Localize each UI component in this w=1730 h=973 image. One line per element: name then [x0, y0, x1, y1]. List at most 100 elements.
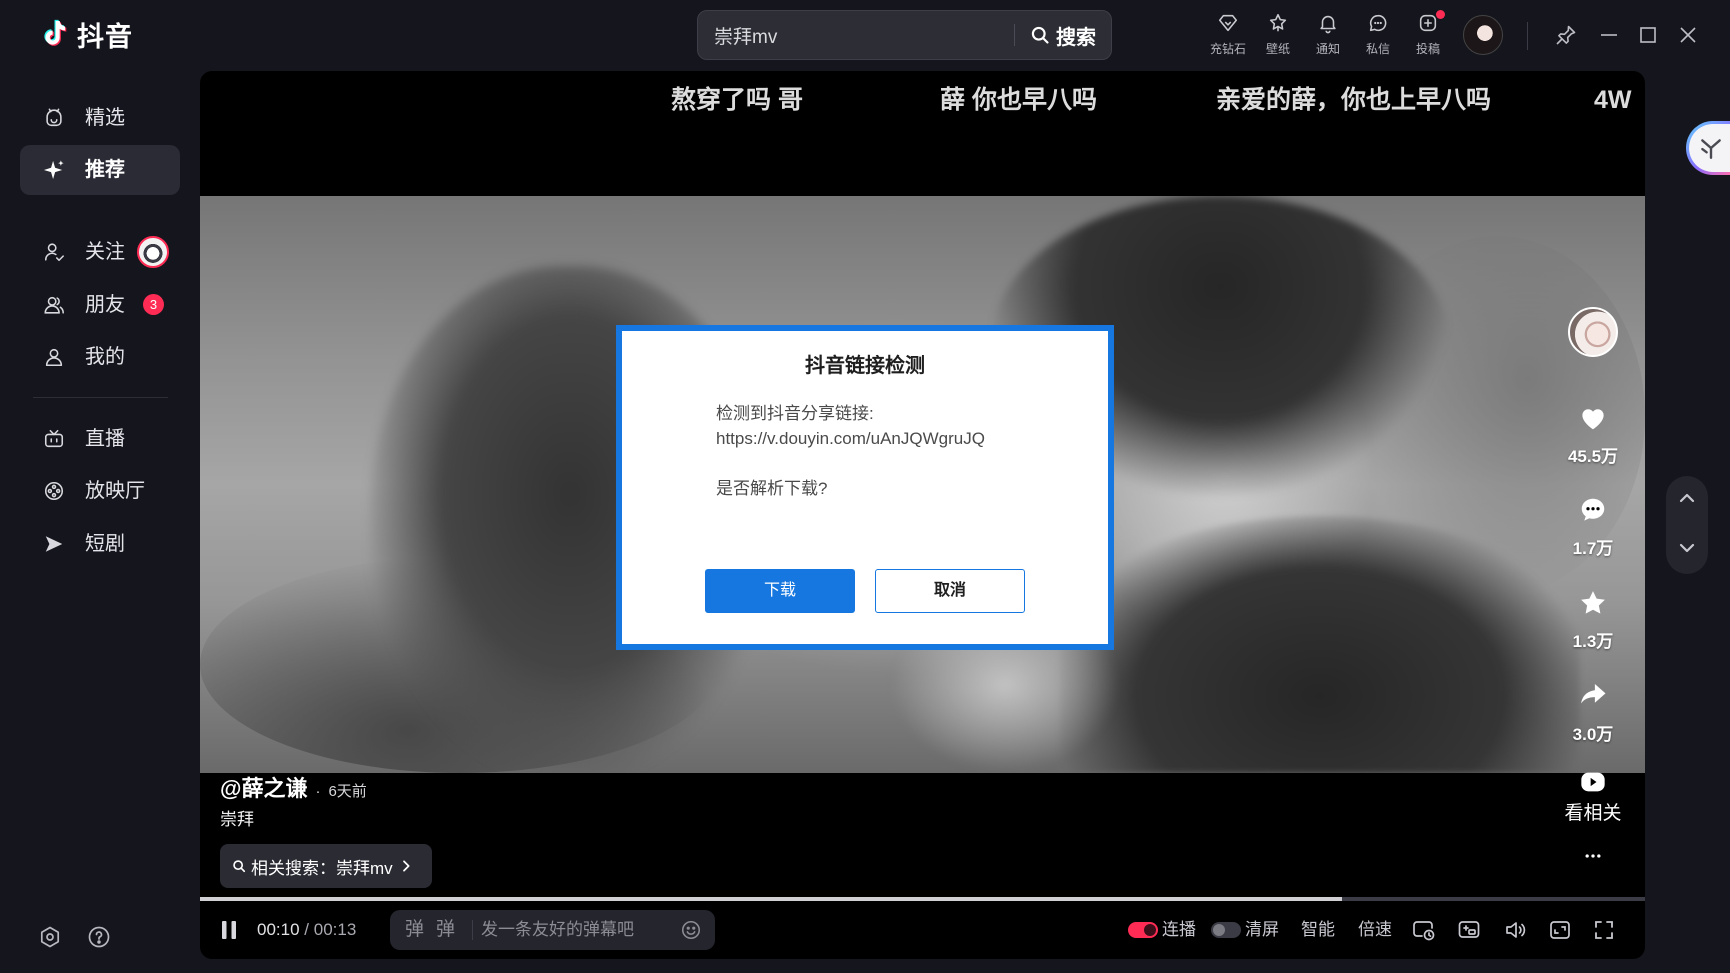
sidebar-item-short-drama[interactable]: 短剧	[20, 519, 180, 569]
danmaku-divider	[472, 920, 473, 940]
speed-button[interactable]: 倍速	[1358, 918, 1392, 942]
previous-video-button[interactable]	[1675, 486, 1699, 510]
profile-icon	[45, 348, 63, 367]
web-fullscreen-button[interactable]	[1548, 918, 1572, 942]
related-search-button[interactable]: 相关搜索：崇拜mv	[220, 844, 432, 888]
like-button[interactable]	[1553, 403, 1633, 433]
author-avatar[interactable]	[1568, 307, 1618, 357]
sidebar-item-friends[interactable]: 朋友 3	[20, 280, 180, 330]
dialog-title: 抖音链接检测	[805, 355, 925, 377]
short-drama-icon	[45, 536, 63, 552]
minimize-icon	[1601, 34, 1617, 36]
pause-icon	[222, 921, 236, 939]
floating-assistant-button[interactable]	[1686, 121, 1730, 175]
danmaku-bar: 弹 弹	[390, 910, 715, 950]
author-info: @薛之谦 · 6天前	[220, 771, 367, 803]
autoplay-toggle[interactable]	[1128, 922, 1158, 938]
top-item-recharge[interactable]: 充钻石	[1203, 12, 1253, 60]
settings-button[interactable]	[38, 925, 62, 949]
danmaku-comment: 4W	[1594, 86, 1632, 114]
sidebar-item-recommend[interactable]: 推荐	[20, 145, 180, 195]
minimize-button[interactable]	[1597, 23, 1621, 47]
clear-screen-label[interactable]: 清屏	[1245, 918, 1279, 942]
favorite-button[interactable]	[1553, 588, 1633, 618]
play-related-icon	[1581, 772, 1605, 792]
current-time: 00:10	[257, 920, 300, 939]
sidebar-item-live[interactable]: 直播	[20, 414, 180, 464]
danmaku-comment: 熬穿了吗 哥	[671, 86, 803, 114]
quality-button[interactable]: 智能	[1301, 918, 1335, 942]
app-logo[interactable]: 抖音	[38, 16, 133, 52]
user-avatar[interactable]	[1463, 15, 1503, 55]
sidebar-item-cinema[interactable]: 放映厅	[20, 466, 180, 516]
share-button[interactable]	[1553, 679, 1633, 709]
pin-icon	[1556, 25, 1576, 45]
danmaku-settings-button[interactable]: 弹	[436, 919, 455, 941]
friends-icon	[44, 296, 64, 314]
sidebar-item-label: 我的	[85, 346, 125, 368]
author-name[interactable]: @薛之谦	[220, 771, 307, 803]
maximize-button[interactable]	[1636, 23, 1660, 47]
progress-bar[interactable]	[200, 897, 1645, 901]
watch-later-button[interactable]	[1412, 918, 1436, 942]
info-separator: ·	[315, 783, 321, 800]
top-item-label: 通知	[1315, 42, 1340, 56]
pin-button[interactable]	[1554, 23, 1578, 47]
pause-button[interactable]	[219, 920, 239, 940]
top-item-label: 投稿	[1415, 42, 1440, 56]
wallpaper-icon	[1269, 13, 1287, 32]
search-input[interactable]	[714, 11, 1004, 59]
help-button[interactable]	[87, 925, 111, 949]
danmaku-input[interactable]	[481, 910, 677, 950]
emoji-button[interactable]	[680, 919, 702, 941]
picture-clock-icon	[1413, 921, 1435, 941]
sidebar-item-me[interactable]: 我的	[20, 332, 180, 382]
fullscreen-button[interactable]	[1592, 918, 1616, 942]
following-live-avatar[interactable]	[137, 236, 169, 268]
cancel-button[interactable]: 取消	[875, 569, 1025, 613]
next-video-button[interactable]	[1675, 536, 1699, 560]
video-player[interactable]: 熬穿了吗 哥 薛 你也早八吗 亲爱的薛，你也上早八吗 4W 45.5万 1.7万…	[200, 71, 1645, 959]
more-button[interactable]	[1553, 846, 1633, 866]
volume-icon	[1506, 922, 1526, 938]
top-item-upload[interactable]: 投稿	[1403, 12, 1453, 60]
sidebar-item-featured[interactable]: 精选	[20, 93, 180, 143]
comment-button[interactable]	[1553, 495, 1633, 525]
search-icon	[233, 860, 246, 873]
floating-assistant-inner	[1689, 124, 1730, 172]
assistant-icon	[1701, 139, 1721, 159]
close-button[interactable]	[1676, 23, 1700, 47]
maximize-icon	[1640, 27, 1656, 43]
douyin-logo-icon	[44, 19, 67, 46]
sidebar-item-following[interactable]: 关注	[20, 227, 180, 277]
autoplay-label[interactable]: 连播	[1162, 918, 1196, 942]
progress-fill	[200, 897, 1342, 901]
more-icon	[1585, 854, 1601, 858]
clear-screen-toggle[interactable]	[1211, 922, 1241, 938]
sidebar-item-label: 直播	[85, 428, 125, 450]
video-caption: 崇拜	[220, 810, 254, 829]
duration: 00:13	[313, 920, 357, 939]
sidebar-item-label: 关注	[85, 241, 125, 263]
toggle-knob	[1144, 924, 1156, 936]
search-divider	[1014, 24, 1015, 46]
chevron-down-icon	[1679, 543, 1695, 553]
share-count: 3.0万	[1572, 725, 1614, 744]
emoji-icon	[681, 920, 701, 940]
friends-count-badge: 3	[143, 294, 164, 315]
related-videos-button[interactable]	[1553, 768, 1633, 796]
sidebar-divider	[33, 397, 168, 398]
man-clothing	[1060, 516, 1580, 773]
featured-icon	[46, 108, 62, 127]
top-item-wallpaper[interactable]: 壁纸	[1253, 12, 1303, 60]
download-button[interactable]: 下载	[705, 569, 855, 613]
top-item-notifications[interactable]: 通知	[1303, 12, 1353, 60]
top-item-messages[interactable]: 私信	[1353, 12, 1403, 60]
danmaku-toggle-button[interactable]: 弹	[405, 919, 424, 941]
bell-icon	[1320, 15, 1336, 34]
search-button[interactable]: 搜索	[1030, 11, 1096, 59]
screen-add-icon	[1458, 921, 1480, 938]
mini-window-button[interactable]	[1457, 918, 1481, 942]
volume-button[interactable]	[1503, 918, 1527, 942]
follow-icon	[44, 243, 64, 262]
